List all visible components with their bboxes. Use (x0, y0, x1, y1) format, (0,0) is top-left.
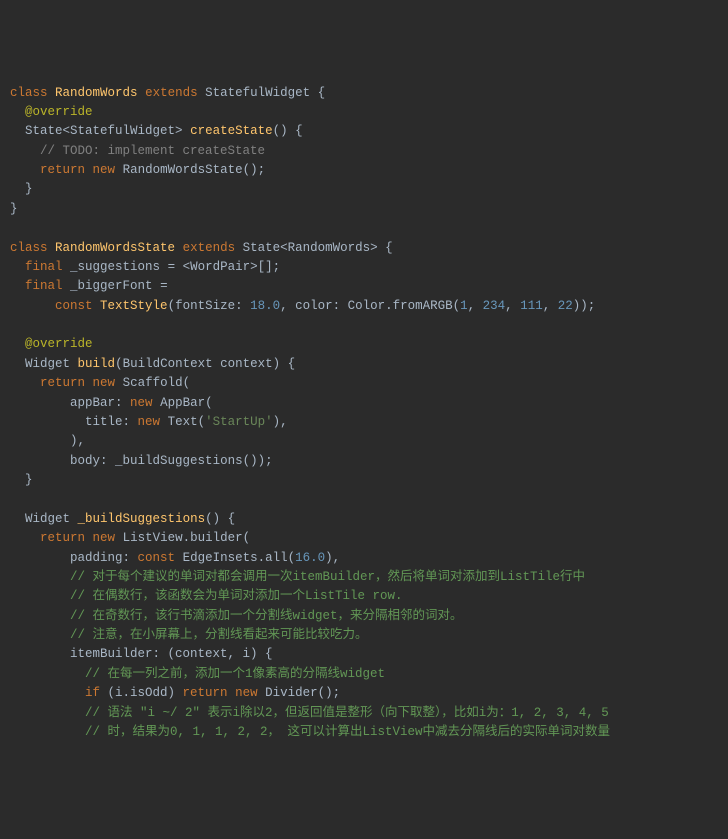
code-line: @override (10, 103, 718, 122)
code-line: // 对于每个建议的单词对都会调用一次itemBuilder，然后将单词对添加到… (10, 568, 718, 587)
code-line: class RandomWordsState extends State<Ran… (10, 239, 718, 258)
code-line: // 时，结果为0, 1, 1, 2, 2， 这可以计算出ListView中减去… (10, 723, 718, 742)
code-line: const TextStyle(fontSize: 18.0, color: C… (10, 297, 718, 316)
code-line: // 注意，在小屏幕上，分割线看起来可能比较吃力。 (10, 626, 718, 645)
code-line: Widget _buildSuggestions() { (10, 510, 718, 529)
code-editor[interactable]: class RandomWords extends StatefulWidget… (10, 84, 718, 743)
code-line: itemBuilder: (context, i) { (10, 645, 718, 664)
code-line: return new RandomWordsState(); (10, 161, 718, 180)
code-line: final _biggerFont = (10, 277, 718, 296)
code-line: } (10, 180, 718, 199)
code-line: if (i.isOdd) return new Divider(); (10, 684, 718, 703)
code-line: } (10, 200, 718, 219)
code-line: // TODO: implement createState (10, 142, 718, 161)
code-line: // 在奇数行，该行书滴添加一个分割线widget，来分隔相邻的词对。 (10, 607, 718, 626)
code-line: body: _buildSuggestions()); (10, 452, 718, 471)
code-line (10, 490, 718, 509)
code-line: Widget build(BuildContext context) { (10, 355, 718, 374)
code-line: @override (10, 335, 718, 354)
code-line: } (10, 471, 718, 490)
code-line: return new Scaffold( (10, 374, 718, 393)
code-line: ), (10, 432, 718, 451)
code-line: class RandomWords extends StatefulWidget… (10, 84, 718, 103)
code-line (10, 219, 718, 238)
code-line: // 在每一列之前，添加一个1像素高的分隔线widget (10, 665, 718, 684)
code-line: title: new Text('StartUp'), (10, 413, 718, 432)
code-line: appBar: new AppBar( (10, 394, 718, 413)
code-line: padding: const EdgeInsets.all(16.0), (10, 549, 718, 568)
code-line: final _suggestions = <WordPair>[]; (10, 258, 718, 277)
code-line: // 语法 "i ~/ 2" 表示i除以2，但返回值是整形（向下取整），比如i为… (10, 704, 718, 723)
code-line: State<StatefulWidget> createState() { (10, 122, 718, 141)
code-line: // 在偶数行，该函数会为单词对添加一个ListTile row. (10, 587, 718, 606)
code-line (10, 316, 718, 335)
